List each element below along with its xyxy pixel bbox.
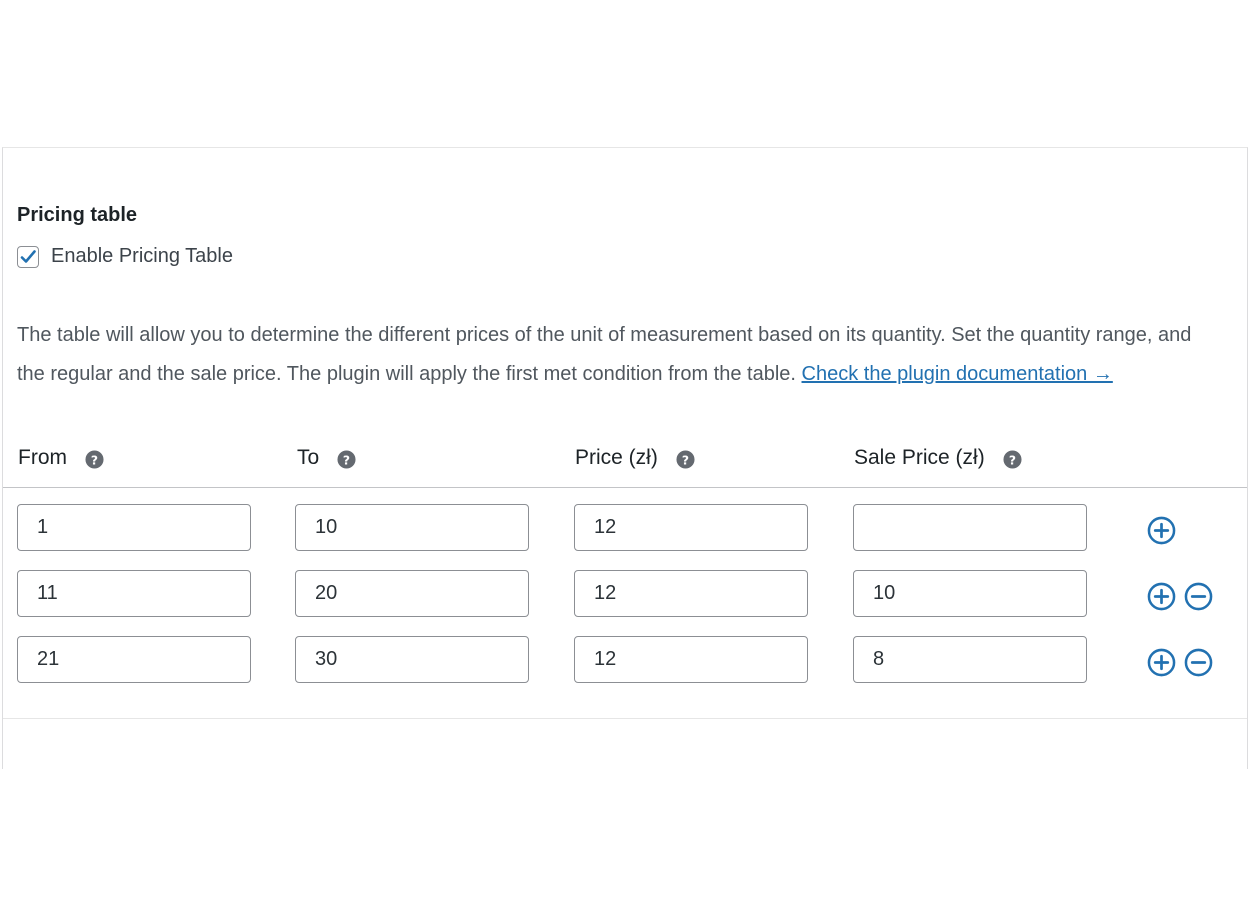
svg-text:?: ? xyxy=(343,453,350,467)
column-header-label: To xyxy=(297,446,320,469)
sale-price-input[interactable] xyxy=(853,636,1087,683)
from-input[interactable] xyxy=(17,570,251,617)
remove-row-button[interactable] xyxy=(1183,647,1213,677)
enable-pricing-label[interactable]: Enable Pricing Table xyxy=(51,245,233,268)
help-icon[interactable]: ? xyxy=(676,450,695,469)
plugin-documentation-link[interactable]: Check the plugin documentation → xyxy=(802,363,1113,385)
column-header-price: Price (zł) ? xyxy=(575,446,695,470)
column-header-sale-price: Sale Price (zł) ? xyxy=(854,446,1022,470)
sale-price-input[interactable] xyxy=(853,504,1087,551)
minus-circle-icon xyxy=(1184,582,1212,610)
plus-circle-icon xyxy=(1147,582,1175,610)
header-divider xyxy=(3,487,1247,488)
price-input[interactable] xyxy=(574,636,808,683)
minus-circle-icon xyxy=(1184,648,1212,676)
svg-text:?: ? xyxy=(91,453,98,467)
help-icon[interactable]: ? xyxy=(337,450,356,469)
add-row-button[interactable] xyxy=(1146,515,1176,545)
column-header-to: To ? xyxy=(297,446,356,470)
pricing-description: The table will allow you to determine th… xyxy=(17,316,1217,393)
column-header-label: Sale Price (zł) xyxy=(854,446,985,469)
from-input[interactable] xyxy=(17,636,251,683)
plus-circle-icon xyxy=(1147,516,1175,544)
column-header-from: From ? xyxy=(18,446,104,470)
sale-price-input[interactable] xyxy=(853,570,1087,617)
remove-row-button[interactable] xyxy=(1183,581,1213,611)
price-input[interactable] xyxy=(574,570,808,617)
enable-pricing-checkbox[interactable] xyxy=(17,245,39,268)
enable-pricing-row: Enable Pricing Table xyxy=(17,245,233,268)
from-input[interactable] xyxy=(17,504,251,551)
add-row-button[interactable] xyxy=(1146,581,1176,611)
help-icon[interactable]: ? xyxy=(85,450,104,469)
help-icon[interactable]: ? xyxy=(1003,450,1022,469)
column-header-label: From xyxy=(18,446,67,469)
checkmark-icon xyxy=(20,249,36,263)
svg-text:?: ? xyxy=(1009,453,1016,467)
price-input[interactable] xyxy=(574,504,808,551)
svg-text:?: ? xyxy=(682,453,689,467)
add-row-button[interactable] xyxy=(1146,647,1176,677)
to-input[interactable] xyxy=(295,636,529,683)
section-title: Pricing table xyxy=(17,204,138,226)
column-header-label: Price (zł) xyxy=(575,446,658,469)
to-input[interactable] xyxy=(295,570,529,617)
to-input[interactable] xyxy=(295,504,529,551)
plus-circle-icon xyxy=(1147,648,1175,676)
table-bottom-divider xyxy=(3,718,1247,719)
